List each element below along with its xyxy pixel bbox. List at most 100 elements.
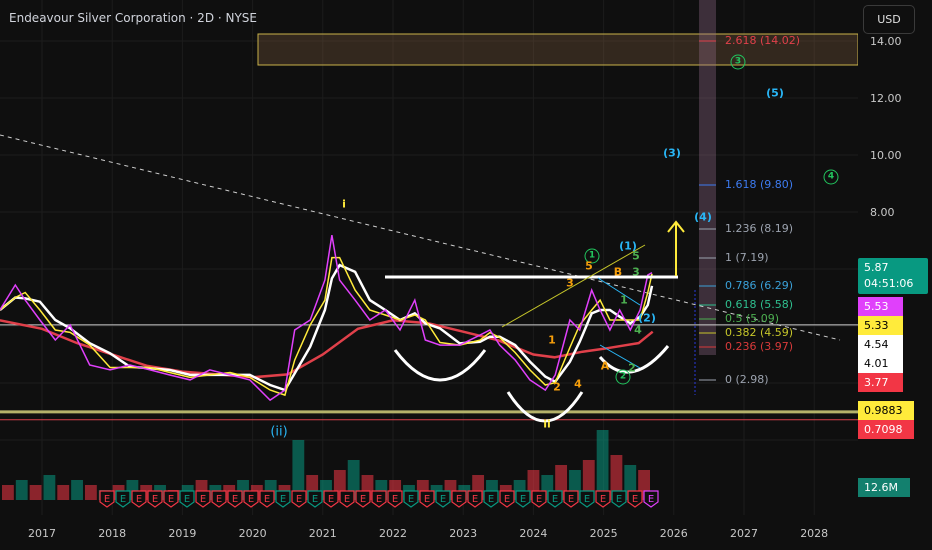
svg-text:E: E (424, 494, 430, 505)
earnings-marker[interactable]: E (339, 490, 355, 508)
circled-wave-4: 4 (823, 169, 839, 185)
earnings-marker[interactable]: E (195, 490, 211, 508)
earnings-marker[interactable]: E (547, 490, 563, 508)
fib-level-label: 0.618 (5.58) (725, 298, 794, 311)
target-arrow (667, 220, 685, 276)
time-tick: 2025 (589, 527, 618, 540)
fib-extension-bar (699, 0, 716, 355)
earnings-marker[interactable]: E (275, 490, 291, 508)
time-tick: 2022 (379, 527, 407, 540)
svg-text:E: E (488, 494, 494, 505)
price-chart[interactable]: EEEEEEEEEEEEEEEEEEEEEEEEEEEEEEEEEEE (0, 0, 932, 550)
time-tick: 2023 (449, 527, 478, 540)
time-tick: 2021 (308, 527, 337, 540)
svg-text:E: E (312, 494, 318, 505)
svg-text:E: E (648, 494, 654, 505)
earnings-marker[interactable]: E (243, 490, 259, 508)
volume-bar (71, 480, 83, 500)
svg-text:E: E (344, 494, 350, 505)
earnings-marker[interactable]: E (499, 490, 515, 508)
earnings-marker[interactable]: E (115, 490, 131, 508)
earnings-marker[interactable]: E (163, 490, 179, 508)
volume-bar (43, 475, 56, 500)
minor-wave-label: 4 (634, 323, 642, 337)
earnings-marker[interactable]: E (403, 490, 419, 508)
price-tick: 8.00 (870, 206, 895, 219)
wave-label-3: (3) (663, 146, 681, 160)
earnings-marker[interactable]: E (595, 490, 611, 508)
svg-text:E: E (328, 494, 334, 505)
time-tick: 2020 (238, 527, 267, 540)
earnings-marker[interactable]: E (307, 490, 323, 508)
earnings-marker[interactable]: E (227, 490, 243, 508)
time-tick: 2018 (98, 527, 127, 540)
time-tick: 2017 (28, 527, 56, 540)
earnings-marker[interactable]: E (531, 490, 547, 508)
level-label: 3.77 (858, 373, 903, 392)
volume-bar (57, 485, 70, 500)
earnings-marker[interactable]: E (643, 490, 659, 508)
support-label: 0.9883 (858, 401, 914, 420)
ma1-label: 5.53 (858, 297, 903, 316)
svg-text:E: E (232, 494, 238, 505)
earnings-marker[interactable]: E (131, 490, 147, 508)
earnings-marker[interactable]: E (451, 490, 467, 508)
fib-level-label: 0.5 (5.09) (725, 312, 780, 325)
svg-text:E: E (472, 494, 478, 505)
minor-wave-label: 3 (632, 265, 640, 279)
earnings-marker[interactable]: E (323, 490, 339, 508)
earnings-marker[interactable]: E (419, 490, 435, 508)
fib-level-label: 0 (2.98) (725, 373, 769, 386)
earnings-marker[interactable]: E (259, 490, 275, 508)
earnings-marker[interactable]: E (355, 490, 371, 508)
last-price-label: 5.87 04:51:06 (858, 258, 928, 294)
volume-bar (2, 485, 14, 500)
earnings-marker[interactable]: E (611, 490, 627, 508)
wave-label-paren-ii: (ii) (270, 424, 288, 440)
svg-text:E: E (520, 494, 526, 505)
time-tick: 2019 (168, 527, 197, 540)
earnings-marker[interactable]: E (435, 490, 451, 508)
earnings-marker[interactable]: E (627, 490, 643, 508)
svg-text:E: E (152, 494, 158, 505)
earnings-marker[interactable]: E (147, 490, 163, 508)
volume-bar (596, 430, 609, 500)
svg-text:E: E (456, 494, 462, 505)
sub-wave-label: 1 (548, 333, 556, 347)
svg-text:E: E (168, 494, 174, 505)
currency-button[interactable]: USD (863, 5, 915, 34)
volume-label: 12.6M (858, 478, 910, 497)
svg-text:E: E (616, 494, 622, 505)
earnings-marker[interactable]: E (371, 490, 387, 508)
earnings-marker[interactable]: E (387, 490, 403, 508)
svg-text:E: E (504, 494, 510, 505)
time-tick: 2026 (659, 527, 688, 540)
fib-level-label: 2.618 (14.02) (725, 34, 801, 47)
svg-text:E: E (376, 494, 382, 505)
fib-level-label: 0.786 (6.29) (725, 279, 794, 292)
earnings-marker[interactable]: E (483, 490, 499, 508)
bowl-left (393, 349, 487, 382)
svg-text:E: E (440, 494, 446, 505)
fib-level-label: 0.236 (3.97) (725, 340, 794, 353)
earnings-marker[interactable]: E (563, 490, 579, 508)
symbol-title[interactable]: Endeavour Silver Corporation · 2D · NYSE (9, 11, 257, 25)
earnings-marker[interactable]: E (579, 490, 595, 508)
price-tick: 12.00 (870, 92, 902, 105)
sub-wave-label: 2 (553, 380, 561, 394)
sub-wave-label: 5 (585, 259, 593, 273)
earnings-marker[interactable]: E (515, 490, 531, 508)
svg-text:E: E (280, 494, 286, 505)
support-label: 0.7098 (858, 420, 914, 439)
circled-wave-3: 3 (730, 54, 746, 70)
wave-label-5: (5) (766, 86, 784, 100)
level-label: 4.01 (858, 354, 903, 373)
ma-fast-line (0, 263, 654, 392)
earnings-marker[interactable]: E (291, 490, 307, 508)
earnings-marker[interactable]: E (211, 490, 227, 508)
svg-text:E: E (536, 494, 542, 505)
svg-text:E: E (408, 494, 414, 505)
earnings-marker[interactable]: E (467, 490, 483, 508)
svg-text:E: E (296, 494, 302, 505)
volume-bar (29, 485, 42, 500)
